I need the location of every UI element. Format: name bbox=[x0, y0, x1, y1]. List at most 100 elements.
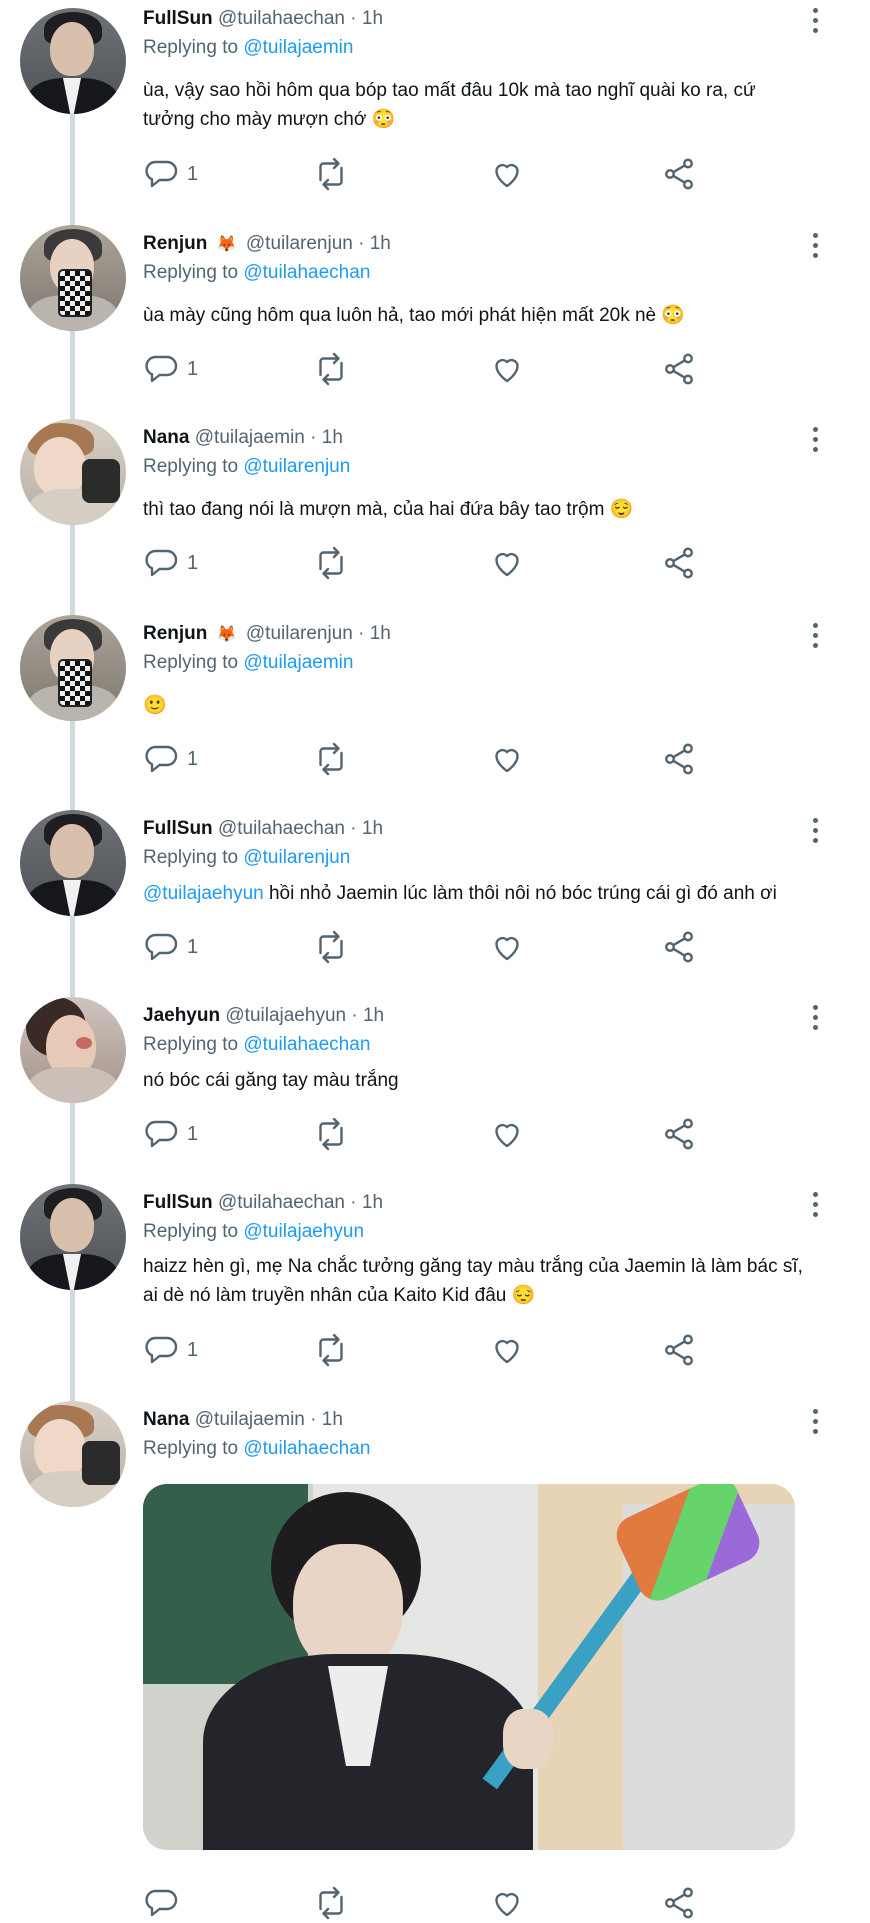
like-button[interactable] bbox=[489, 927, 525, 967]
more-options-icon[interactable] bbox=[800, 999, 830, 1035]
timestamp[interactable]: 1h bbox=[370, 623, 391, 644]
user-handle[interactable]: @tuilahaechan bbox=[218, 1192, 345, 1213]
share-icon bbox=[665, 353, 693, 385]
tweet[interactable]: Renjun 🦊 @tuilarenjun · 1h Replying to @… bbox=[0, 225, 870, 395]
share-button[interactable] bbox=[661, 543, 697, 583]
tweet[interactable]: Nana @tuilajaemin · 1h Replying to @tuil… bbox=[0, 419, 870, 589]
user-handle[interactable]: @tuilajaemin bbox=[195, 1409, 305, 1430]
tweet[interactable]: Jaehyun @tuilajaehyun · 1h Replying to @… bbox=[0, 997, 870, 1167]
retweet-icon bbox=[319, 1886, 343, 1920]
like-button[interactable] bbox=[489, 349, 525, 389]
share-button[interactable] bbox=[661, 1114, 697, 1154]
user-handle[interactable]: @tuilajaemin bbox=[195, 427, 305, 448]
display-name[interactable]: Renjun bbox=[143, 233, 207, 254]
user-handle[interactable]: @tuilajaehyun bbox=[225, 1005, 346, 1026]
retweet-icon bbox=[319, 546, 343, 580]
tweet[interactable]: Renjun 🦊 @tuilarenjun · 1h Replying to @… bbox=[0, 615, 870, 785]
reply-button[interactable]: 1 bbox=[143, 1114, 198, 1154]
user-handle[interactable]: @tuilarenjun bbox=[246, 233, 353, 254]
replying-to: Replying to @tuilahaechan bbox=[143, 1034, 370, 1056]
retweet-button[interactable] bbox=[313, 1114, 349, 1154]
display-name[interactable]: FullSun bbox=[143, 1192, 213, 1213]
timestamp[interactable]: 1h bbox=[362, 818, 383, 839]
user-handle[interactable]: @tuilarenjun bbox=[246, 623, 353, 644]
display-name[interactable]: FullSun bbox=[143, 818, 213, 839]
replying-to-handle[interactable]: @tuilahaechan bbox=[243, 1034, 370, 1055]
retweet-button[interactable] bbox=[313, 543, 349, 583]
tweet-text: 🙂 bbox=[143, 691, 833, 720]
share-button[interactable] bbox=[661, 349, 697, 389]
retweet-button[interactable] bbox=[313, 927, 349, 967]
replying-to: Replying to @tuilajaemin bbox=[143, 37, 353, 59]
replying-to-handle[interactable]: @tuilahaechan bbox=[243, 1438, 370, 1459]
share-button[interactable] bbox=[661, 154, 697, 194]
retweet-button[interactable] bbox=[313, 154, 349, 194]
like-button[interactable] bbox=[489, 739, 525, 779]
tweet[interactable]: FullSun @tuilahaechan · 1h Replying to @… bbox=[0, 0, 870, 200]
timestamp[interactable]: 1h bbox=[322, 427, 343, 448]
like-button[interactable] bbox=[489, 154, 525, 194]
share-button[interactable] bbox=[661, 739, 697, 779]
avatar[interactable] bbox=[20, 419, 126, 525]
tweet[interactable]: FullSun @tuilahaechan · 1h Replying to @… bbox=[0, 810, 870, 980]
replying-to-handle[interactable]: @tuilarenjun bbox=[243, 847, 350, 868]
display-name[interactable]: Renjun bbox=[143, 623, 207, 644]
more-options-icon[interactable] bbox=[800, 617, 830, 653]
avatar[interactable] bbox=[20, 810, 126, 916]
replying-to-handle[interactable]: @tuilajaemin bbox=[243, 37, 353, 58]
mention-link[interactable]: @tuilajaehyun bbox=[143, 883, 264, 904]
user-handle[interactable]: @tuilahaechan bbox=[218, 8, 345, 29]
tweet-text-line: ai dè nó làm truyền nhân của Kaito Kid đ… bbox=[143, 1285, 536, 1306]
timestamp[interactable]: 1h bbox=[362, 1192, 383, 1213]
retweet-button[interactable] bbox=[313, 739, 349, 779]
like-button[interactable] bbox=[489, 543, 525, 583]
avatar[interactable] bbox=[20, 8, 126, 114]
reply-button[interactable]: 1 bbox=[143, 543, 198, 583]
display-name[interactable]: Nana bbox=[143, 427, 189, 448]
reply-button[interactable] bbox=[143, 1883, 187, 1923]
more-options-icon[interactable] bbox=[800, 812, 830, 848]
replying-to-handle[interactable]: @tuilarenjun bbox=[243, 456, 350, 477]
avatar[interactable] bbox=[20, 225, 126, 331]
timestamp[interactable]: 1h bbox=[322, 1409, 343, 1430]
replying-to: Replying to @tuilajaehyun bbox=[143, 1221, 364, 1243]
share-button[interactable] bbox=[661, 1330, 697, 1370]
avatar[interactable] bbox=[20, 615, 126, 721]
tweet-media-image[interactable] bbox=[143, 1484, 795, 1850]
display-name[interactable]: FullSun bbox=[143, 8, 213, 29]
tweet-header: Jaehyun @tuilajaehyun · 1h bbox=[143, 1005, 384, 1027]
user-handle[interactable]: @tuilahaechan bbox=[218, 818, 345, 839]
avatar[interactable] bbox=[20, 1401, 126, 1507]
more-options-icon[interactable] bbox=[800, 421, 830, 457]
avatar[interactable] bbox=[20, 1184, 126, 1290]
reply-count: 1 bbox=[187, 357, 199, 380]
timestamp[interactable]: 1h bbox=[370, 233, 391, 254]
replying-to-handle[interactable]: @tuilajaehyun bbox=[243, 1221, 364, 1242]
more-options-icon[interactable] bbox=[800, 1403, 830, 1439]
share-button[interactable] bbox=[661, 927, 697, 967]
display-name[interactable]: Jaehyun bbox=[143, 1005, 220, 1026]
share-button[interactable] bbox=[661, 1883, 697, 1923]
retweet-button[interactable] bbox=[313, 349, 349, 389]
like-button[interactable] bbox=[489, 1330, 525, 1370]
like-button[interactable] bbox=[489, 1114, 525, 1154]
reply-button[interactable]: 1 bbox=[143, 739, 198, 779]
timestamp[interactable]: 1h bbox=[363, 1005, 384, 1026]
replying-to-handle[interactable]: @tuilajaemin bbox=[243, 652, 353, 673]
avatar[interactable] bbox=[20, 997, 126, 1103]
tweet-text-line: ùa mày cũng hôm qua luôn hả, tao mới phá… bbox=[143, 305, 686, 326]
replying-to-handle[interactable]: @tuilahaechan bbox=[243, 262, 370, 283]
reply-button[interactable]: 1 bbox=[143, 927, 198, 967]
display-name[interactable]: Nana bbox=[143, 1409, 189, 1430]
retweet-button[interactable] bbox=[313, 1330, 349, 1370]
like-button[interactable] bbox=[489, 1883, 525, 1923]
more-options-icon[interactable] bbox=[800, 227, 830, 263]
retweet-button[interactable] bbox=[313, 1883, 349, 1923]
timestamp[interactable]: 1h bbox=[362, 8, 383, 29]
more-options-icon[interactable] bbox=[800, 1186, 830, 1222]
tweet[interactable]: FullSun @tuilahaechan · 1h Replying to @… bbox=[0, 1184, 870, 1384]
reply-button[interactable]: 1 bbox=[143, 1330, 198, 1370]
reply-button[interactable]: 1 bbox=[143, 154, 198, 194]
reply-button[interactable]: 1 bbox=[143, 349, 198, 389]
more-options-icon[interactable] bbox=[800, 2, 830, 38]
